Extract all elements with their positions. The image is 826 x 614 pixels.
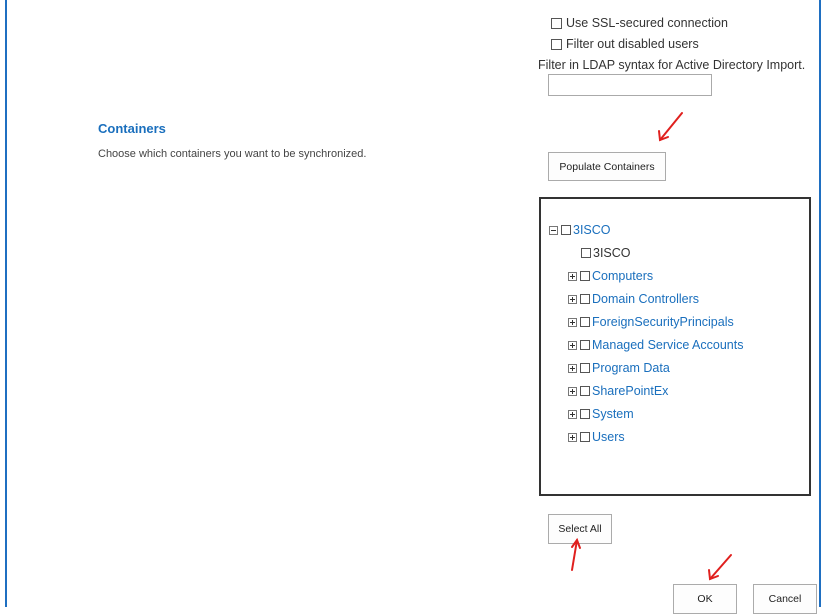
red-arrow-icon [571,537,581,571]
annotation-arrows [571,112,732,581]
red-arrow-icon [658,112,683,142]
red-arrow-icon [708,554,732,581]
